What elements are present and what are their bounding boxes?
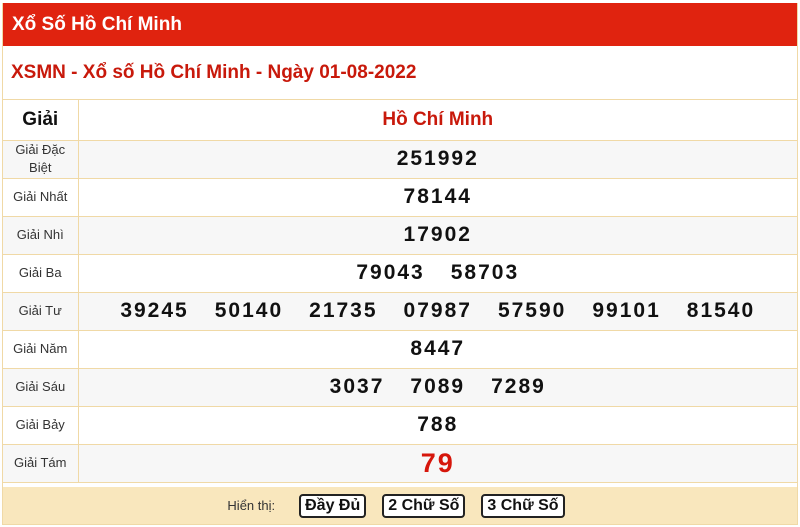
prize-label: Giải Tư bbox=[3, 292, 79, 331]
winning-number: 78144 bbox=[403, 185, 472, 208]
winning-number: 57590 bbox=[497, 299, 567, 322]
prize-label: Giải Ba bbox=[3, 254, 79, 293]
prize-label: Giải Năm bbox=[3, 330, 79, 369]
prize-numbers: 79043 58703 bbox=[78, 254, 797, 293]
table-row: Giải Bảy 788 bbox=[3, 406, 797, 445]
prize-label: Giải Nhất bbox=[3, 178, 79, 217]
winning-number: 8447 bbox=[410, 337, 466, 360]
header-bar: Xổ Số Hồ Chí Minh bbox=[3, 3, 797, 46]
prize-numbers: 39245 50140 21735 07987 57590 99101 81540 bbox=[78, 292, 797, 331]
prize-label: Giải Đặc Biệt bbox=[3, 140, 79, 179]
table-row: Giải Đặc Biệt 251992 bbox=[3, 140, 797, 179]
winning-number: 39245 bbox=[120, 299, 189, 322]
table-row: Giải Nhì 17902 bbox=[3, 216, 797, 255]
prize-label: Giải Tám bbox=[3, 444, 79, 483]
header-title[interactable]: Xổ Số Hồ Chí Minh bbox=[12, 14, 182, 36]
prize-numbers: 78144 bbox=[78, 178, 797, 217]
prize-numbers: 79 bbox=[78, 444, 797, 483]
display-label: Hiển thị: bbox=[227, 498, 276, 513]
prize-numbers: 251992 bbox=[78, 140, 797, 179]
results-widget: Xổ Số Hồ Chí Minh XSMN - Xổ số Hồ Chí Mi… bbox=[2, 3, 798, 525]
table-row: Giải Nhất 78144 bbox=[3, 178, 797, 217]
table-row: Giải Tám 79 bbox=[3, 444, 797, 483]
winning-number: 99101 bbox=[592, 299, 661, 322]
table-header-row: Giải Hồ Chí Minh bbox=[3, 100, 797, 141]
winning-number: 7089 bbox=[410, 375, 466, 398]
table-row: Giải Sáu 3037 7089 7289 bbox=[3, 368, 797, 407]
winning-number: 7289 bbox=[491, 375, 546, 398]
winning-number: 17902 bbox=[403, 223, 472, 246]
prize-numbers: 788 bbox=[78, 406, 797, 445]
prize-numbers: 8447 bbox=[78, 330, 797, 369]
winning-number: 21735 bbox=[309, 299, 378, 322]
display-options-bar: Hiển thị: Đầy Đủ 2 Chữ Số 3 Chữ Số bbox=[3, 487, 797, 524]
three-digits-button[interactable]: 3 Chữ Số bbox=[481, 493, 565, 518]
table-row: Giải Năm 8447 bbox=[3, 330, 797, 369]
winning-number: 788 bbox=[417, 413, 459, 436]
prize-numbers: 3037 7089 7289 bbox=[78, 368, 797, 407]
winning-number: 58703 bbox=[450, 261, 520, 284]
prize-numbers: 17902 bbox=[78, 216, 797, 255]
prize-label: Giải Nhì bbox=[3, 216, 79, 255]
winning-number: 07987 bbox=[403, 299, 472, 322]
full-digits-button[interactable]: Đầy Đủ bbox=[299, 493, 367, 518]
winning-number: 81540 bbox=[686, 299, 756, 322]
two-digits-button[interactable]: 2 Chữ Số bbox=[382, 493, 466, 518]
prize-label: Giải Bảy bbox=[3, 406, 79, 445]
winning-number: 3037 bbox=[329, 375, 385, 398]
winning-number: 79 bbox=[420, 447, 455, 478]
subtitle-link[interactable]: XSMN - Xổ số Hồ Chí Minh - Ngày 01-08-20… bbox=[11, 62, 416, 84]
prize-column-header: Giải bbox=[3, 100, 79, 141]
table-row: Giải Ba 79043 58703 bbox=[3, 254, 797, 293]
prize-label: Giải Sáu bbox=[3, 368, 79, 407]
province-column-header: Hồ Chí Minh bbox=[78, 100, 797, 141]
results-subtitle: XSMN - Xổ số Hồ Chí Minh - Ngày 01-08-20… bbox=[3, 46, 797, 100]
winning-number: 79043 bbox=[356, 261, 425, 284]
winning-number: 50140 bbox=[214, 299, 284, 322]
table-row: Giải Tư 39245 50140 21735 07987 57590 99101 815… bbox=[3, 292, 797, 331]
results-table: Giải Hồ Chí Minh Giải Đặc Biệt 251992 Giải… bbox=[3, 100, 797, 483]
winning-number: 251992 bbox=[396, 147, 479, 170]
